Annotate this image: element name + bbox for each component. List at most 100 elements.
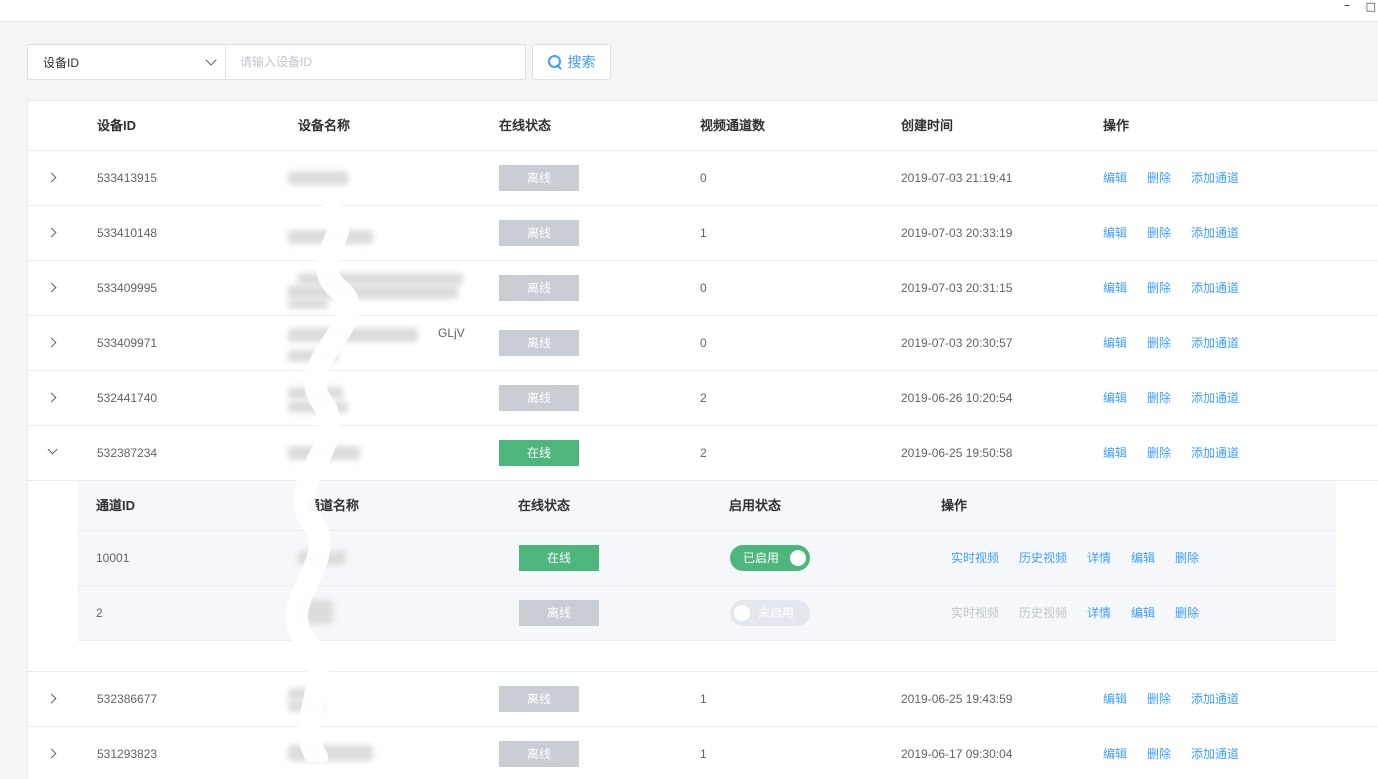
channel-count-cell: 1 bbox=[700, 226, 707, 240]
table-row: 533413915 离线 0 2019-07-03 21:19:41 编辑 删除… bbox=[28, 151, 1378, 206]
history-video-link[interactable]: 历史视频 bbox=[1019, 531, 1067, 586]
table-header: 设备ID 设备名称 在线状态 视频通道数 创建时间 操作 bbox=[28, 101, 1378, 151]
history-video-link[interactable]: 历史视频 bbox=[1019, 586, 1067, 641]
edit-link[interactable]: 编辑 bbox=[1103, 206, 1127, 261]
channel-table: 通道ID 通道名称 在线状态 启用状态 操作 10001 在线 已启用 实时视频… bbox=[78, 481, 1336, 641]
redacted-text bbox=[288, 285, 458, 299]
maximize-button[interactable]: □ bbox=[1366, 0, 1376, 13]
header-channel-status: 在线状态 bbox=[518, 498, 571, 513]
created-time-cell: 2019-07-03 21:19:41 bbox=[901, 171, 1013, 185]
status-badge: 在线 bbox=[499, 440, 579, 466]
table-row: 533409971 GLjV 离线 0 2019-07-03 20:30:57 … bbox=[28, 316, 1378, 371]
delete-link[interactable]: 删除 bbox=[1147, 426, 1171, 481]
delete-link[interactable]: 删除 bbox=[1147, 727, 1171, 779]
edit-link[interactable]: 编辑 bbox=[1103, 727, 1127, 779]
redacted-text bbox=[288, 299, 328, 309]
status-badge: 离线 bbox=[499, 330, 579, 356]
delete-link[interactable]: 删除 bbox=[1175, 586, 1199, 641]
enable-toggle-label: 已启用 bbox=[743, 551, 780, 565]
redacted-text bbox=[288, 401, 348, 413]
channel-name-cell bbox=[298, 531, 398, 586]
chevron-right-icon[interactable] bbox=[46, 227, 57, 238]
search-field-select-value: 设备ID bbox=[43, 55, 80, 70]
table-row: 533410148 离线 1 2019-07-03 20:33:19 编辑 删除… bbox=[28, 206, 1378, 261]
minimize-button[interactable]: – bbox=[1344, 0, 1350, 12]
edit-link[interactable]: 编辑 bbox=[1103, 151, 1127, 206]
delete-link[interactable]: 删除 bbox=[1147, 206, 1171, 261]
add-channel-link[interactable]: 添加通道 bbox=[1191, 672, 1239, 727]
search-icon bbox=[547, 54, 563, 70]
chevron-right-icon[interactable] bbox=[46, 392, 57, 403]
created-time-cell: 2019-06-25 19:43:59 bbox=[901, 692, 1013, 706]
status-badge: 离线 bbox=[499, 686, 579, 712]
edit-link[interactable]: 编辑 bbox=[1131, 531, 1155, 586]
chevron-right-icon[interactable] bbox=[46, 748, 57, 759]
search-bar: 设备ID 搜索 bbox=[27, 44, 611, 80]
add-channel-link[interactable]: 添加通道 bbox=[1191, 151, 1239, 206]
table-row: 532441740 离线 2 2019-06-26 10:20:54 编辑 删除… bbox=[28, 371, 1378, 426]
chevron-right-icon[interactable] bbox=[46, 337, 57, 348]
channel-count-cell: 1 bbox=[700, 692, 707, 706]
device-id-cell: 533410148 bbox=[97, 226, 158, 240]
search-button[interactable]: 搜索 bbox=[532, 44, 611, 80]
add-channel-link[interactable]: 添加通道 bbox=[1191, 727, 1239, 779]
channel-count-cell: 0 bbox=[700, 171, 707, 185]
status-badge: 离线 bbox=[499, 165, 579, 191]
redacted-text bbox=[298, 551, 346, 565]
delete-link[interactable]: 删除 bbox=[1147, 672, 1171, 727]
edit-link[interactable]: 编辑 bbox=[1131, 586, 1155, 641]
created-time-cell: 2019-06-26 10:20:54 bbox=[901, 391, 1013, 405]
device-id-cell: 532387234 bbox=[97, 446, 158, 460]
header-created-time: 创建时间 bbox=[901, 118, 954, 133]
redacted-text bbox=[298, 273, 463, 285]
enable-toggle-label: 未启用 bbox=[758, 606, 795, 620]
add-channel-link[interactable]: 添加通道 bbox=[1191, 261, 1239, 316]
device-id-cell: 533409971 bbox=[97, 336, 158, 350]
chevron-right-icon[interactable] bbox=[46, 282, 57, 293]
add-channel-link[interactable]: 添加通道 bbox=[1191, 206, 1239, 261]
edit-link[interactable]: 编辑 bbox=[1103, 426, 1127, 481]
search-field-select[interactable]: 设备ID bbox=[27, 44, 226, 80]
toggle-knob bbox=[734, 605, 750, 621]
chevron-down-icon[interactable] bbox=[47, 444, 58, 455]
table-row: 531293823 离线 1 2019-06-17 09:30:04 编辑 删除… bbox=[28, 727, 1378, 779]
channel-count-cell: 2 bbox=[700, 391, 707, 405]
add-channel-link[interactable]: 添加通道 bbox=[1191, 426, 1239, 481]
detail-link[interactable]: 详情 bbox=[1087, 531, 1111, 586]
delete-link[interactable]: 删除 bbox=[1147, 371, 1171, 426]
chevron-right-icon[interactable] bbox=[46, 172, 57, 183]
device-id-cell: 533413915 bbox=[97, 171, 158, 185]
delete-link[interactable]: 删除 bbox=[1147, 316, 1171, 371]
device-name-cell bbox=[288, 371, 468, 426]
device-name-cell bbox=[288, 426, 468, 481]
header-channel-count: 视频通道数 bbox=[700, 118, 766, 133]
edit-link[interactable]: 编辑 bbox=[1103, 672, 1127, 727]
enable-toggle[interactable]: 已启用 bbox=[730, 545, 810, 571]
edit-link[interactable]: 编辑 bbox=[1103, 316, 1127, 371]
expanded-channel-panel: 通道ID 通道名称 在线状态 启用状态 操作 10001 在线 已启用 实时视频… bbox=[28, 481, 1378, 672]
search-input[interactable] bbox=[226, 44, 526, 80]
header-enable-status: 启用状态 bbox=[729, 498, 782, 513]
delete-link[interactable]: 删除 bbox=[1147, 261, 1171, 316]
device-name-cell bbox=[288, 727, 468, 779]
add-channel-link[interactable]: 添加通道 bbox=[1191, 371, 1239, 426]
chevron-right-icon[interactable] bbox=[46, 693, 57, 704]
search-button-label: 搜索 bbox=[567, 54, 596, 70]
device-id-cell: 533409995 bbox=[97, 281, 158, 295]
detail-link[interactable]: 详情 bbox=[1087, 586, 1111, 641]
channel-count-cell: 0 bbox=[700, 281, 707, 295]
live-video-link[interactable]: 实时视频 bbox=[951, 531, 999, 586]
add-channel-link[interactable]: 添加通道 bbox=[1191, 316, 1239, 371]
table-row: 532386677 离线 1 2019-06-25 19:43:59 编辑 删除… bbox=[28, 672, 1378, 727]
delete-link[interactable]: 删除 bbox=[1175, 531, 1199, 586]
channel-count-cell: 2 bbox=[700, 446, 707, 460]
header-online-status: 在线状态 bbox=[499, 118, 552, 133]
live-video-link[interactable]: 实时视频 bbox=[951, 586, 999, 641]
redacted-text bbox=[288, 700, 323, 712]
created-time-cell: 2019-06-17 09:30:04 bbox=[901, 747, 1013, 761]
edit-link[interactable]: 编辑 bbox=[1103, 371, 1127, 426]
enable-toggle[interactable]: 未启用 bbox=[730, 600, 810, 626]
device-table: 设备ID 设备名称 在线状态 视频通道数 创建时间 操作 533413915 离… bbox=[27, 100, 1378, 779]
edit-link[interactable]: 编辑 bbox=[1103, 261, 1127, 316]
delete-link[interactable]: 删除 bbox=[1147, 151, 1171, 206]
